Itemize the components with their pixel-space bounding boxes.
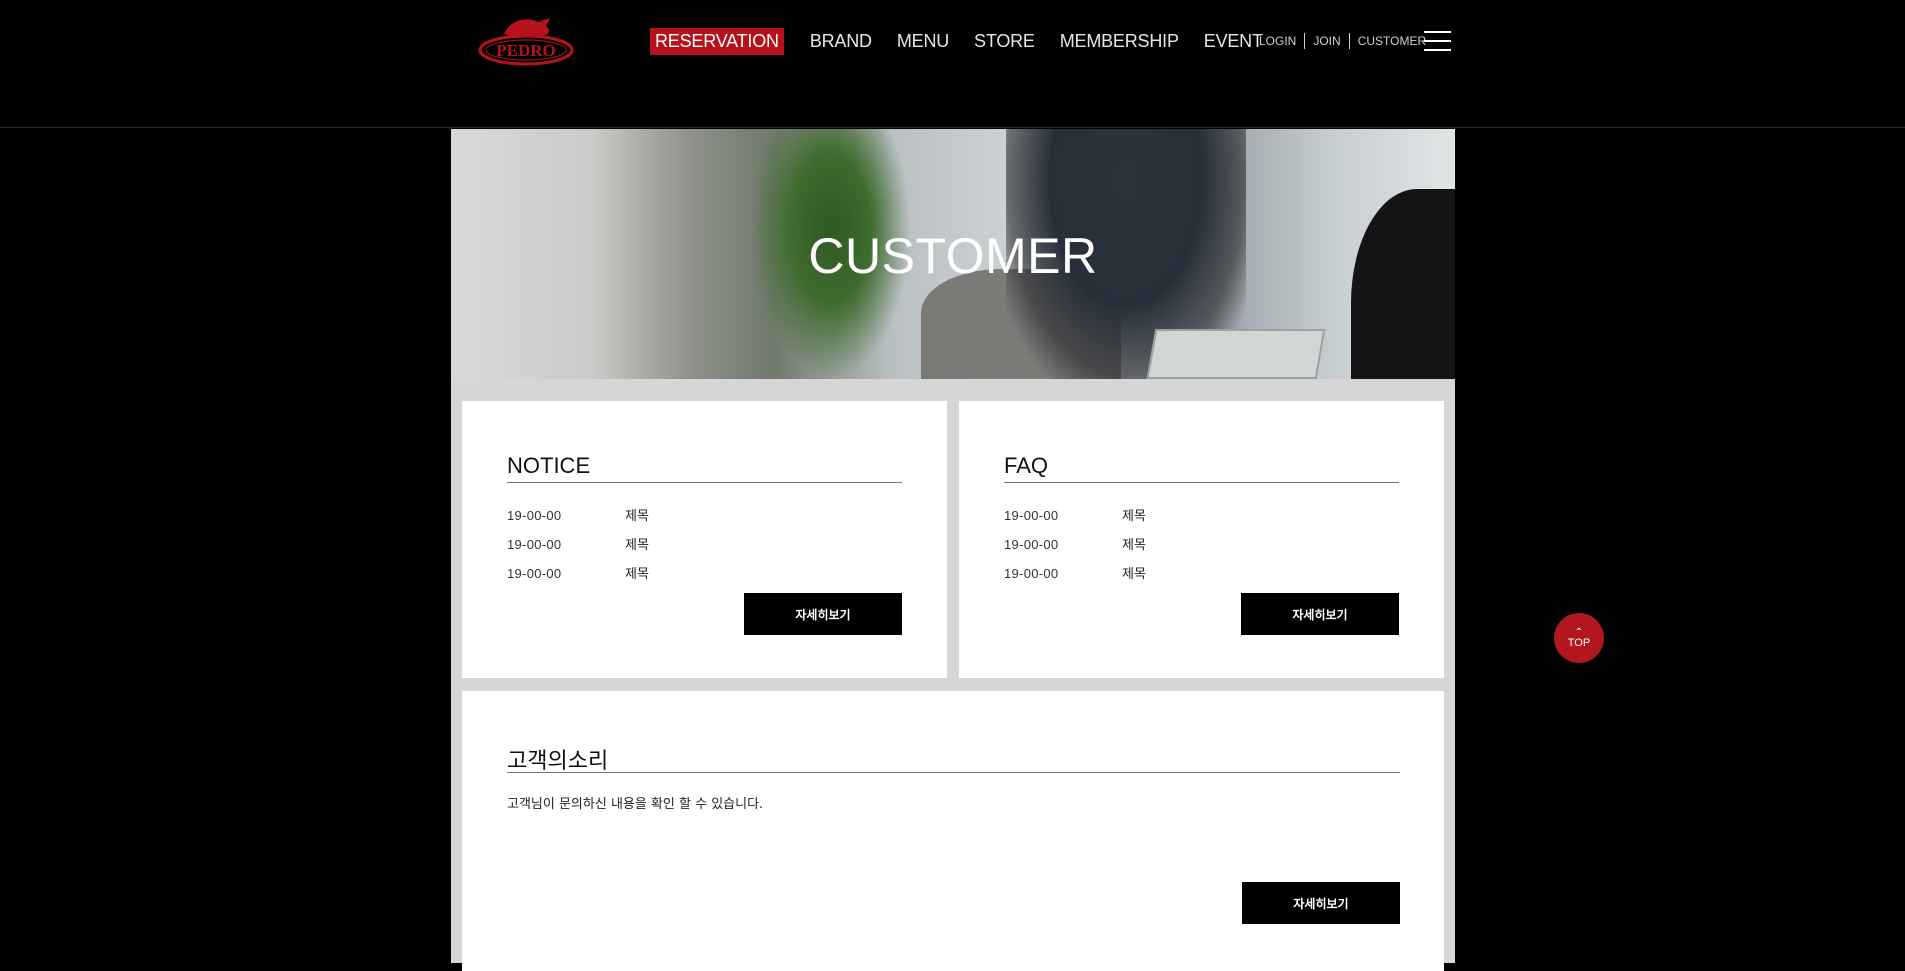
divider [1304, 33, 1306, 49]
customer-voice-divider [507, 772, 1400, 773]
nav-membership[interactable]: MEMBERSHIP [1060, 31, 1179, 52]
notice-subject[interactable]: 제목 [625, 567, 649, 582]
faq-subject[interactable]: 제목 [1122, 567, 1146, 582]
notice-subject[interactable]: 제목 [625, 538, 649, 553]
svg-text:PEDRO: PEDRO [496, 41, 556, 60]
customer-voice-more-button[interactable]: 자세히보기 [1242, 882, 1400, 924]
faq-row[interactable]: 19-00-00 제목 [1004, 505, 1146, 524]
customer-voice-title: 고객의소리 [507, 748, 609, 773]
notice-more-button[interactable]: 자세히보기 [744, 593, 902, 635]
nav-store[interactable]: STORE [974, 31, 1035, 52]
notice-date: 19-00-00 [507, 508, 562, 523]
nav-event[interactable]: EVENT [1204, 31, 1263, 52]
faq-subject[interactable]: 제목 [1122, 538, 1146, 553]
customer-voice-description: 고객님이 문의하신 내용을 확인 할 수 있습니다. [507, 797, 764, 812]
chevron-up-icon: ⌃ [1574, 626, 1584, 638]
hamburger-menu-icon[interactable] [1424, 31, 1451, 53]
site-header: PEDRO RESERVATION BRAND MENU STORE MEMBE… [0, 0, 1905, 128]
faq-title: FAQ [1004, 453, 1049, 478]
faq-subject[interactable]: 제목 [1122, 509, 1146, 524]
pedro-logo[interactable]: PEDRO [476, 12, 576, 66]
faq-date: 19-00-00 [1004, 508, 1059, 523]
notice-row[interactable]: 19-00-00 제목 [507, 534, 649, 553]
nav-brand[interactable]: BRAND [810, 31, 872, 52]
faq-date: 19-00-00 [1004, 537, 1059, 552]
join-link[interactable]: JOIN [1313, 34, 1340, 48]
notice-title: NOTICE [507, 453, 591, 478]
banner-image-laptop [1146, 329, 1326, 379]
notice-date: 19-00-00 [507, 537, 562, 552]
scroll-top-label: TOP [1567, 636, 1591, 649]
page-title: CUSTOMER [808, 228, 1098, 284]
scroll-top-button[interactable]: ⌃ TOP [1554, 613, 1604, 663]
customer-link[interactable]: CUSTOMER [1358, 34, 1426, 48]
faq-panel: FAQ 19-00-00 제목 19-00-00 제목 19-00-00 제목 자세히… [959, 401, 1444, 678]
main-nav: RESERVATION BRAND MENU STORE MEMBERSHIP … [650, 28, 1288, 55]
utility-links: LOGIN JOIN CUSTOMER [1259, 33, 1426, 49]
faq-more-button[interactable]: 자세히보기 [1241, 593, 1399, 635]
faq-row[interactable]: 19-00-00 제목 [1004, 534, 1146, 553]
nav-menu[interactable]: MENU [897, 31, 949, 52]
notice-divider [507, 482, 902, 483]
faq-date: 19-00-00 [1004, 566, 1059, 581]
notice-row[interactable]: 19-00-00 제목 [507, 563, 649, 582]
customer-voice-panel: 고객의소리 고객님이 문의하신 내용을 확인 할 수 있습니다. 자세히보기 [462, 691, 1444, 971]
notice-subject[interactable]: 제목 [625, 509, 649, 524]
faq-row[interactable]: 19-00-00 제목 [1004, 563, 1146, 582]
notice-row[interactable]: 19-00-00 제목 [507, 505, 649, 524]
faq-divider [1004, 482, 1399, 483]
divider [1348, 33, 1350, 49]
nav-reservation[interactable]: RESERVATION [650, 28, 784, 55]
login-link[interactable]: LOGIN [1259, 34, 1296, 48]
customer-banner: CUSTOMER [451, 129, 1455, 379]
customer-content: NOTICE 19-00-00 제목 19-00-00 제목 19-00-00 제목 … [451, 379, 1455, 971]
notice-date: 19-00-00 [507, 566, 562, 581]
notice-panel: NOTICE 19-00-00 제목 19-00-00 제목 19-00-00 제목 … [462, 401, 947, 678]
